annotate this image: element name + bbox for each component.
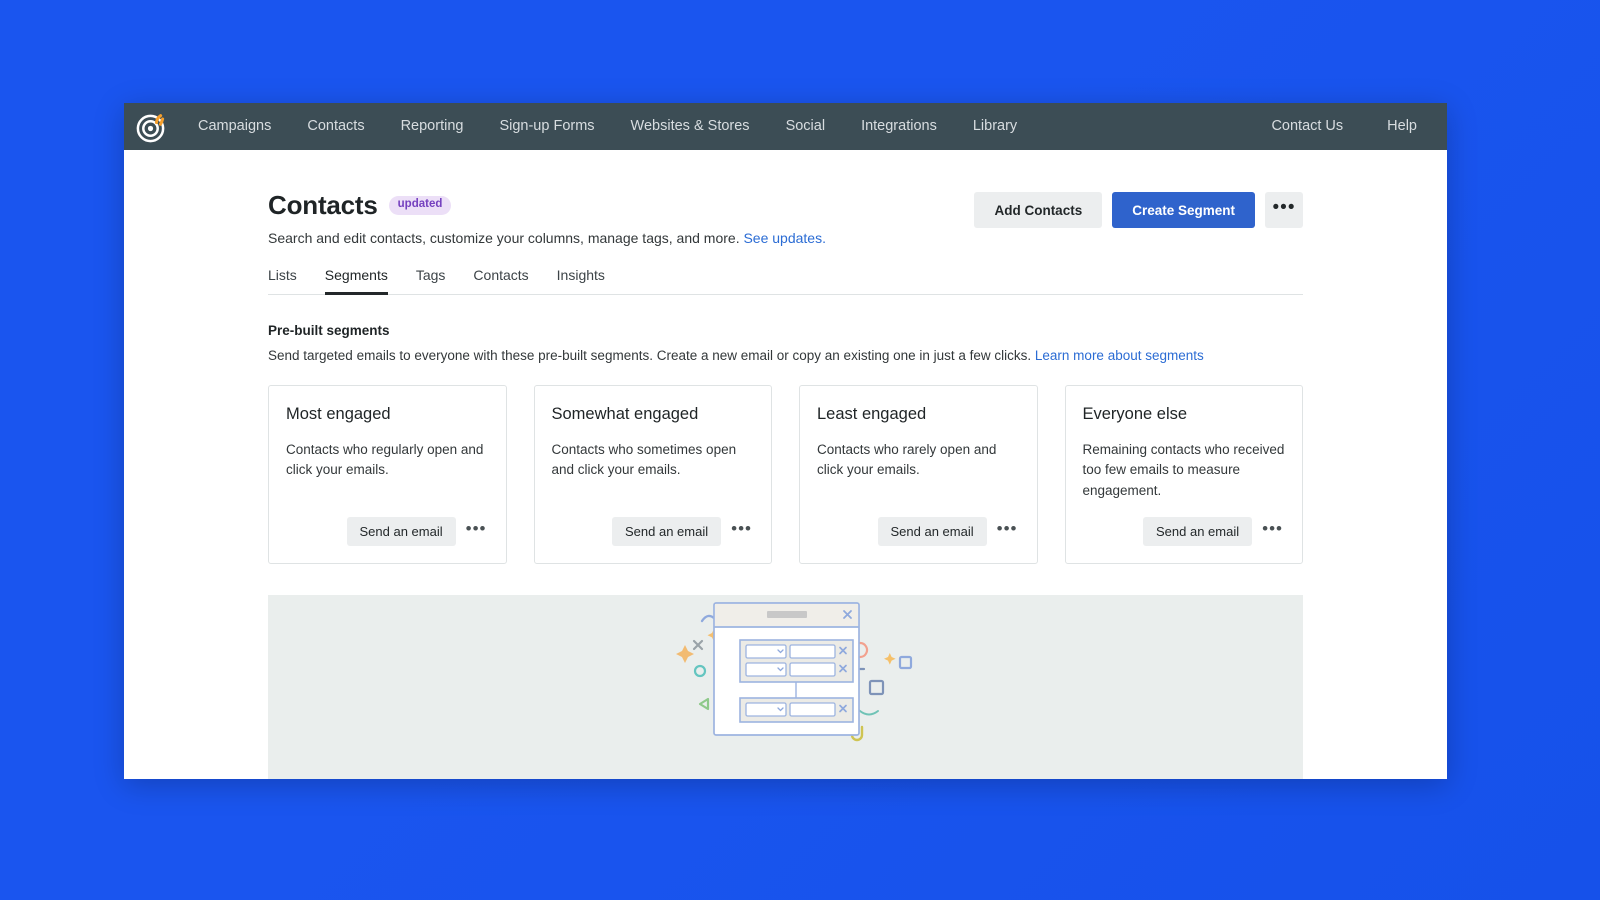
content-container: Contacts updated Search and edit contact…	[124, 150, 1447, 779]
tab-bar: Lists Segments Tags Contacts Insights	[268, 267, 1303, 295]
tab-lists[interactable]: Lists	[268, 267, 311, 294]
app-logo[interactable]	[124, 103, 180, 150]
nav-item-sign-up-forms[interactable]: Sign-up Forms	[481, 103, 612, 150]
nav-item-contacts[interactable]: Contacts	[289, 103, 382, 150]
mailchimp-freddie-logo-icon	[135, 110, 169, 144]
send-an-email-button[interactable]: Send an email	[612, 516, 722, 546]
segment-builder-modal-illustration-icon	[675, 601, 912, 741]
modal-mockup	[712, 601, 860, 736]
pre-built-segments-description-text: Send targeted emails to everyone with th…	[268, 348, 1032, 363]
nav-item-social[interactable]: Social	[768, 103, 844, 150]
see-updates-link[interactable]: See updates.	[743, 230, 826, 246]
pre-built-segments-section: Pre-built segments Send targeted emails …	[268, 323, 1303, 564]
page-subtitle-text: Search and edit contacts, customize your…	[268, 230, 740, 246]
segment-card-more-options-icon[interactable]: •••	[1260, 520, 1285, 537]
tab-tags[interactable]: Tags	[402, 267, 460, 294]
top-navigation-bar: Campaigns Contacts Reporting Sign-up For…	[124, 103, 1447, 150]
add-contacts-button[interactable]: Add Contacts	[974, 192, 1103, 228]
segment-card-description: Remaining contacts who received too few …	[1082, 442, 1285, 498]
nav-item-reporting[interactable]: Reporting	[383, 103, 482, 150]
segment-card-title: Most engaged	[286, 405, 391, 423]
send-an-email-button[interactable]: Send an email	[1143, 516, 1253, 546]
header-actions: Add Contacts Create Segment •••	[974, 188, 1303, 228]
segment-card-title: Somewhat engaged	[551, 405, 699, 423]
title-line: Contacts updated	[268, 190, 826, 221]
segment-card-actions: Send an email •••	[286, 516, 489, 546]
segment-card-actions: Send an email •••	[552, 516, 755, 546]
segment-card-actions: Send an email •••	[817, 516, 1020, 546]
page-title: Contacts	[268, 190, 378, 220]
segment-cards-row: Most engaged Contacts who regularly open…	[268, 385, 1303, 564]
segment-card-description: Contacts who rarely open and click your …	[817, 442, 997, 478]
segment-card-more-options-icon[interactable]: •••	[464, 520, 489, 537]
segment-card-description: Contacts who sometimes open and click yo…	[551, 442, 737, 478]
segment-card-description: Contacts who regularly open and click yo…	[286, 442, 484, 478]
app-window: Campaigns Contacts Reporting Sign-up For…	[124, 103, 1447, 779]
segment-card-more-options-icon[interactable]: •••	[729, 520, 754, 537]
segment-builder-illustration-panel	[268, 594, 1303, 779]
updated-badge: updated	[388, 196, 452, 215]
learn-more-about-segments-link[interactable]: Learn more about segments	[1035, 348, 1204, 363]
page-body: Contacts updated Search and edit contact…	[124, 150, 1447, 779]
send-an-email-button[interactable]: Send an email	[877, 516, 987, 546]
nav-item-library[interactable]: Library	[955, 103, 1035, 150]
nav-item-contact-us[interactable]: Contact Us	[1249, 103, 1365, 150]
segment-card-more-options-icon[interactable]: •••	[995, 520, 1020, 537]
header-more-options-button[interactable]: •••	[1265, 192, 1303, 228]
tab-segments[interactable]: Segments	[311, 267, 402, 295]
tab-contacts[interactable]: Contacts	[459, 267, 542, 294]
title-block: Contacts updated Search and edit contact…	[268, 188, 826, 246]
segment-card-title: Least engaged	[817, 405, 927, 423]
page-subtitle: Search and edit contacts, customize your…	[268, 230, 826, 246]
nav-item-help[interactable]: Help	[1365, 103, 1439, 150]
create-segment-button[interactable]: Create Segment	[1112, 192, 1255, 228]
nav-item-campaigns[interactable]: Campaigns	[180, 103, 289, 150]
nav-item-websites-and-stores[interactable]: Websites & Stores	[613, 103, 768, 150]
segment-card-actions: Send an email •••	[1083, 516, 1286, 546]
segment-card-everyone-else: Everyone else Remaining contacts who rec…	[1064, 385, 1303, 564]
nav-item-integrations[interactable]: Integrations	[843, 103, 955, 150]
tab-insights[interactable]: Insights	[543, 267, 619, 294]
pre-built-segments-heading: Pre-built segments	[268, 323, 390, 338]
segment-card-title: Everyone else	[1082, 405, 1188, 423]
primary-nav-links: Campaigns Contacts Reporting Sign-up For…	[180, 103, 1035, 150]
secondary-nav-links: Contact Us Help	[1249, 103, 1439, 150]
send-an-email-button[interactable]: Send an email	[346, 516, 456, 546]
pre-built-segments-description: Send targeted emails to everyone with th…	[268, 348, 1303, 363]
segment-card-somewhat-engaged: Somewhat engaged Contacts who sometimes …	[533, 385, 772, 564]
segment-card-most-engaged: Most engaged Contacts who regularly open…	[268, 385, 507, 564]
segment-card-least-engaged: Least engaged Contacts who rarely open a…	[799, 385, 1038, 564]
page-header: Contacts updated Search and edit contact…	[268, 150, 1303, 246]
